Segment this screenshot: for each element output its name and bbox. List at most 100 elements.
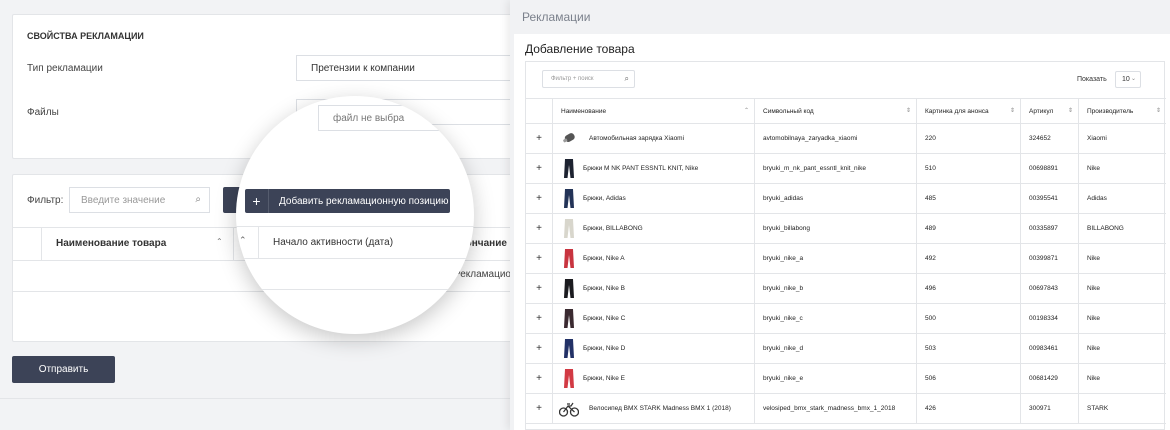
table-row[interactable]: + Брюки, Nike C bryuki_nike_c 500 00198334 Ni… xyxy=(526,304,1166,334)
column-divider xyxy=(916,274,917,303)
cell-pic: 485 xyxy=(925,195,936,202)
cell-name: Брюки, BILLABONG xyxy=(583,225,643,232)
cell-brand: STARK xyxy=(1087,405,1109,412)
table-row[interactable]: + Велосипед BMX STARK Madness BMX 1 (2018… xyxy=(526,394,1166,424)
column-divider xyxy=(916,184,917,213)
cell-pic: 492 xyxy=(925,255,936,262)
zoom-file-input[interactable]: файл не выбра xyxy=(318,105,474,131)
sort-icon[interactable]: ⇕ xyxy=(1156,107,1161,114)
add-row-button[interactable]: + xyxy=(526,124,552,153)
table-row[interactable]: + Брюки, Nike A bryuki_nike_a 492 00399871 Ni… xyxy=(526,244,1166,274)
column-divider xyxy=(1020,334,1021,363)
column-divider xyxy=(1078,184,1079,213)
cell-sku: 00983461 xyxy=(1029,345,1058,352)
col-name-header[interactable]: Наименование xyxy=(561,99,606,123)
table-row[interactable]: + Брюки, BILLABONG bryuki_billabong 489 0033… xyxy=(526,214,1166,244)
column-divider xyxy=(552,99,553,123)
sort-icon[interactable]: ⌃ xyxy=(216,237,223,246)
sort-icon[interactable]: ⌃ xyxy=(239,235,247,246)
column-divider xyxy=(1078,99,1079,123)
show-label: Показать xyxy=(1077,76,1107,83)
products-table: Наименование ⌃ Символьный код ⇕ Картинка для… xyxy=(526,98,1166,424)
table-row[interactable]: + Брюки, Nike E bryuki_nike_e 506 00681429 Ni… xyxy=(526,364,1166,394)
column-divider xyxy=(1020,364,1021,393)
column-divider xyxy=(552,244,553,273)
cell-name: Автомобильная зарядка Xiaomi xyxy=(589,135,685,142)
add-row-button[interactable]: + xyxy=(526,334,552,363)
column-divider xyxy=(1078,364,1079,393)
column-divider xyxy=(1078,304,1079,333)
cell-sku: 00335897 xyxy=(1029,225,1058,232)
column-divider xyxy=(754,99,755,123)
col-brand-header[interactable]: Производитель xyxy=(1087,99,1133,123)
table-row[interactable]: + Брюки, Nike D bryuki_nike_d 503 00983461 Ni… xyxy=(526,334,1166,364)
cell-name: Брюки, Nike A xyxy=(583,255,625,262)
sort-icon[interactable]: ⇕ xyxy=(1010,107,1015,114)
add-row-button[interactable]: + xyxy=(526,244,552,273)
pants-thumbnail-icon xyxy=(564,219,574,238)
cell-brand: Nike xyxy=(1087,285,1101,292)
cell-sku: 300971 xyxy=(1029,405,1051,412)
col-sku-header[interactable]: Артикул xyxy=(1029,99,1053,123)
column-divider xyxy=(1020,244,1021,273)
col-picture-header[interactable]: Картинка для анонса xyxy=(925,99,989,123)
files-label: Файлы xyxy=(27,107,59,118)
page-size-value: 10 xyxy=(1122,76,1130,83)
col-code-header[interactable]: Символьный код xyxy=(763,99,814,123)
column-divider xyxy=(1078,394,1079,423)
add-row-button[interactable]: + xyxy=(526,274,552,303)
column-divider xyxy=(754,304,755,333)
add-complaint-item-button[interactable]: + Добавить рекламационную позицию xyxy=(245,189,450,213)
col-name-header[interactable]: Наименование товара xyxy=(56,238,166,249)
add-row-button[interactable]: + xyxy=(526,154,552,183)
send-button[interactable]: Отправить xyxy=(12,356,115,383)
col-start-header[interactable]: Начало активности (дата) xyxy=(273,237,393,248)
cell-code: bryuki_nike_b xyxy=(763,285,804,292)
column-divider xyxy=(754,214,755,243)
column-divider xyxy=(1078,274,1079,303)
column-divider xyxy=(552,154,553,183)
column-divider xyxy=(1020,394,1021,423)
add-row-button[interactable]: + xyxy=(526,364,552,393)
column-divider xyxy=(754,394,755,423)
zoom-table-header: ⌃ Начало активности (дата) xyxy=(236,226,474,259)
search-icon: ⌕ xyxy=(195,194,201,205)
column-divider xyxy=(916,334,917,363)
cell-pic: 506 xyxy=(925,375,936,382)
add-product-dialog: Добавление товара Фильтр + поиск ⌕ Показ… xyxy=(514,34,1170,430)
cell-brand: Nike xyxy=(1087,165,1101,172)
table-row[interactable]: + Автомобильная зарядка Xiaomi avtomobilna… xyxy=(526,124,1166,154)
pants-thumbnail-icon xyxy=(564,249,574,268)
products-header-row: Наименование ⌃ Символьный код ⇕ Картинка для… xyxy=(526,99,1166,124)
cell-name: Брюки, Nike C xyxy=(583,315,626,322)
column-divider xyxy=(916,99,917,123)
cell-name: Брюки M NK PANT ESSNTL KNIT, Nike xyxy=(583,165,699,172)
page-size-select[interactable]: 10 ⌄ xyxy=(1115,71,1141,88)
search-icon: ⌕ xyxy=(624,74,629,83)
column-divider xyxy=(754,274,755,303)
add-row-button[interactable]: + xyxy=(526,394,552,423)
cell-sku: 00698891 xyxy=(1029,165,1058,172)
table-row[interactable]: + Брюки M NK PANT ESSNTL KNIT, Nike bryuki… xyxy=(526,154,1166,184)
column-divider xyxy=(1020,304,1021,333)
sort-icon[interactable]: ⇕ xyxy=(1068,107,1073,114)
products-search-input[interactable]: Фильтр + поиск ⌕ xyxy=(542,70,635,88)
cell-name: Брюки, Nike D xyxy=(583,345,626,352)
type-select[interactable]: Претензии к компании xyxy=(296,55,533,81)
table-row[interactable]: + Брюки, Adidas bryuki_adidas 485 00395541 Ad… xyxy=(526,184,1166,214)
filter-input[interactable]: Введите значение ⌕ xyxy=(69,187,210,213)
cell-sku: 324652 xyxy=(1029,135,1051,142)
add-row-button[interactable]: + xyxy=(526,214,552,243)
table-row[interactable]: + Брюки, Nike B bryuki_nike_b 496 00697843 Ni… xyxy=(526,274,1166,304)
add-row-button[interactable]: + xyxy=(526,184,552,213)
column-divider xyxy=(916,124,917,153)
sort-icon[interactable]: ⇕ xyxy=(906,107,911,114)
column-divider xyxy=(754,124,755,153)
sort-icon[interactable]: ⌃ xyxy=(744,107,749,114)
cell-pic: 500 xyxy=(925,315,936,322)
column-divider xyxy=(916,304,917,333)
cell-sku: 00395541 xyxy=(1029,195,1058,202)
charger-thumbnail-icon xyxy=(563,133,575,143)
add-row-button[interactable]: + xyxy=(526,304,552,333)
chevron-down-icon: ⌄ xyxy=(1130,76,1136,82)
